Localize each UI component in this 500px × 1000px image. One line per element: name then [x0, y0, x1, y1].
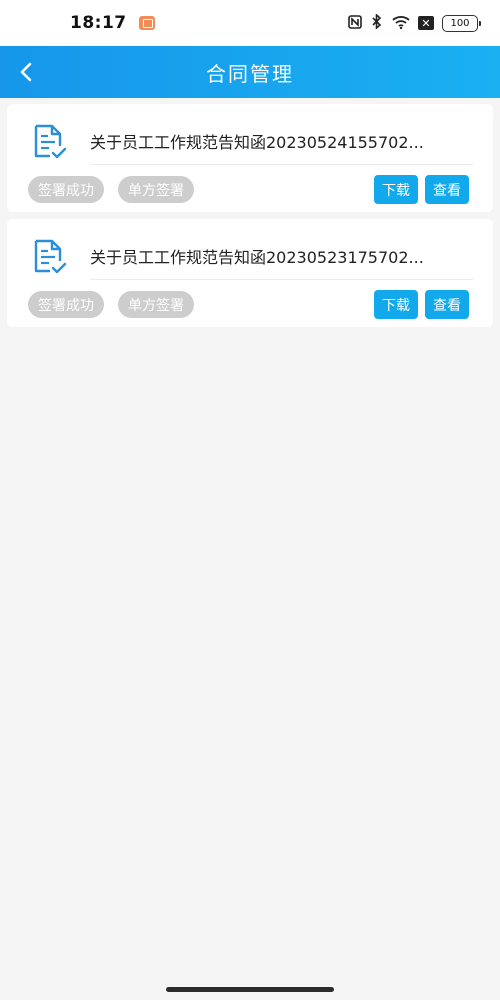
bluetooth-icon: [370, 13, 384, 32]
nfc-icon: [348, 14, 362, 32]
divider: [90, 279, 473, 280]
status-time: 18:17: [70, 13, 127, 33]
wifi-icon: [392, 15, 410, 32]
status-tag-signed: 签署成功: [28, 176, 104, 203]
book-app-icon: [138, 16, 155, 30]
view-button[interactable]: 查看: [425, 290, 469, 319]
page-title: 合同管理: [206, 61, 294, 86]
status-tag-signed: 签署成功: [28, 291, 104, 318]
contract-title[interactable]: 关于员工工作规范告知函20230524155702...: [90, 129, 480, 153]
type-tag-single-sign: 单方签署: [118, 176, 194, 203]
contract-card[interactable]: 关于员工工作规范告知函20230524155702... 签署成功 单方签署 下…: [7, 104, 493, 212]
back-button[interactable]: [8, 54, 44, 90]
contract-card[interactable]: 关于员工工作规范告知函20230523175702... 签署成功 单方签署 下…: [7, 219, 493, 327]
back-arrow-icon: [20, 62, 32, 82]
battery-level: 100: [450, 17, 470, 29]
type-tag-single-sign: 单方签署: [118, 291, 194, 318]
battery-icon: 100: [442, 14, 481, 32]
download-button[interactable]: 下载: [374, 290, 418, 319]
document-check-icon: [34, 124, 67, 159]
close-box-icon: ✕: [418, 16, 434, 30]
document-check-icon: [34, 239, 67, 274]
divider: [90, 164, 473, 165]
download-button[interactable]: 下载: [374, 175, 418, 204]
app-header: 合同管理: [0, 46, 500, 98]
home-indicator[interactable]: [166, 987, 334, 992]
view-button[interactable]: 查看: [425, 175, 469, 204]
status-bar: 18:17 ✕ 100: [0, 0, 500, 46]
status-icons: ✕ 100: [348, 13, 481, 32]
contract-title[interactable]: 关于员工工作规范告知函20230523175702...: [90, 244, 480, 268]
contract-list: 关于员工工作规范告知函20230524155702... 签署成功 单方签署 下…: [0, 98, 500, 978]
